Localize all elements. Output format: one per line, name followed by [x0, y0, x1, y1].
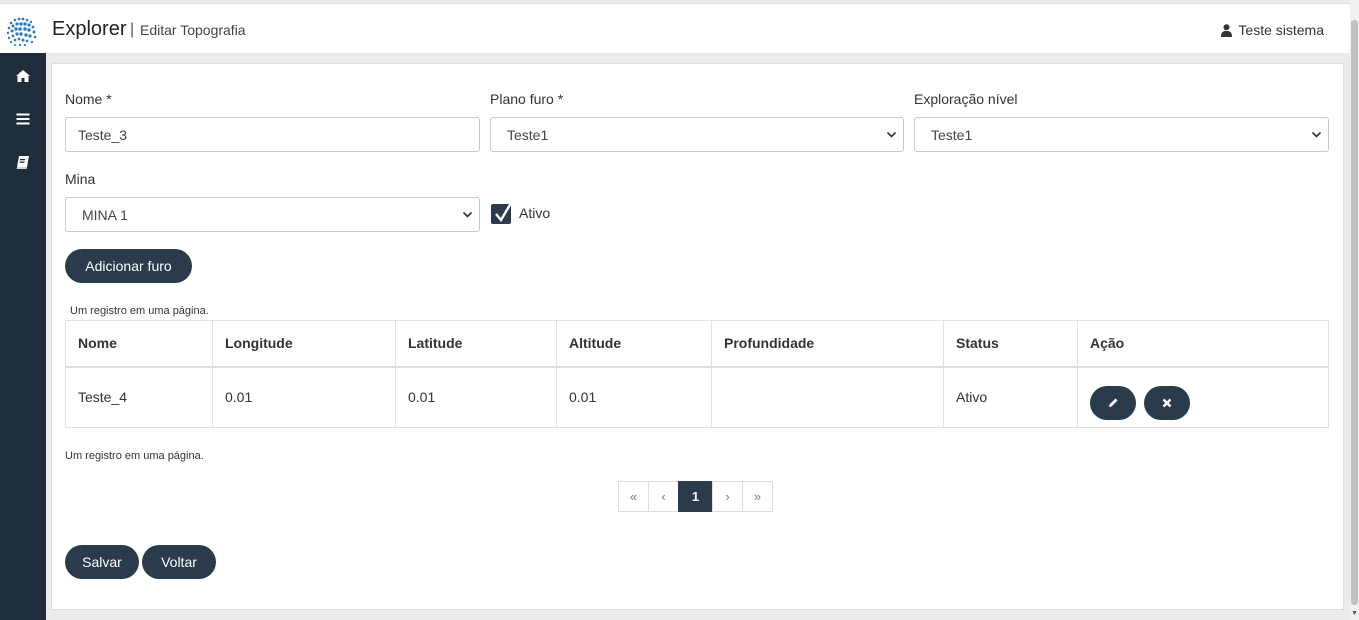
column-header-acao: Ação	[1077, 320, 1329, 368]
checkmark-icon	[495, 202, 513, 223]
pagination-page-current[interactable]: 1	[678, 481, 713, 512]
mina-select[interactable]: MINA 1	[65, 197, 480, 232]
sidebar-item-home[interactable]	[0, 56, 46, 96]
title-separator: |	[130, 21, 135, 38]
plano-furo-value: Teste1	[507, 126, 549, 143]
pencil-icon	[1109, 398, 1118, 408]
exploracao-nivel-label: Exploração nível	[914, 91, 1018, 107]
cell-altitude: 0.01	[556, 366, 712, 428]
cell-nome: Teste_4	[65, 366, 213, 428]
exploracao-nivel-select[interactable]: Teste1	[914, 117, 1329, 152]
nome-input[interactable]: Teste_3	[65, 117, 480, 152]
chevron-down-icon	[886, 131, 897, 138]
logo-icon	[6, 17, 37, 47]
table-info-top: Um registro em uma página.	[70, 305, 209, 317]
save-button[interactable]: Salvar	[65, 545, 139, 579]
user-name: Teste sistema	[1238, 22, 1324, 38]
book-icon	[16, 156, 29, 169]
cell-latitude: 0.01	[395, 366, 557, 428]
chevron-down-icon	[462, 211, 473, 218]
mina-value: MINA 1	[82, 206, 128, 223]
pagination-last[interactable]: »	[742, 481, 773, 512]
ativo-label: Ativo	[519, 205, 551, 221]
ativo-checkbox[interactable]	[491, 202, 513, 224]
sidebar-item-book[interactable]	[0, 142, 46, 182]
adicionar-furo-button[interactable]: Adicionar furo	[65, 249, 192, 283]
close-icon	[1162, 398, 1172, 408]
nome-label: Nome *	[65, 91, 112, 107]
pagination: « ‹ 1 › »	[618, 481, 773, 512]
column-header-longitude: Longitude	[212, 320, 396, 368]
cell-status: Ativo	[943, 366, 1078, 428]
column-header-latitude: Latitude	[395, 320, 557, 368]
column-header-status: Status	[943, 320, 1078, 368]
furos-table: Nome Longitude Latitude Altitude Profund…	[65, 320, 1329, 428]
page-title: Editar Topografia	[140, 22, 246, 38]
pagination-next[interactable]: ›	[712, 481, 743, 512]
mina-label: Mina	[65, 171, 96, 187]
sidebar-item-menu[interactable]	[0, 99, 46, 139]
user-icon	[1221, 23, 1233, 37]
column-header-profundidade: Profundidade	[711, 320, 944, 368]
app-title: Explorer	[52, 18, 127, 40]
cell-acao	[1077, 366, 1329, 428]
table-row: Teste_4 0.01 0.01 0.01 Ativo	[65, 366, 1329, 428]
delete-button[interactable]	[1144, 386, 1190, 421]
table-info-bottom: Um registro em uma página.	[65, 450, 204, 462]
pagination-first[interactable]: «	[618, 481, 649, 512]
scroll-down-icon[interactable]: ▼	[1351, 610, 1358, 620]
scrollbar-thumb[interactable]	[1351, 20, 1358, 605]
user-menu[interactable]: Teste sistema	[1221, 22, 1324, 38]
home-icon	[16, 70, 30, 82]
column-header-altitude: Altitude	[556, 320, 712, 368]
main-card: Nome * Teste_3 Plano furo * Teste1 Explo…	[51, 63, 1344, 610]
pagination-prev[interactable]: ‹	[648, 481, 679, 512]
edit-button[interactable]	[1090, 386, 1136, 421]
top-bar: Explorer | Editar Topografia Teste siste…	[0, 3, 1350, 53]
cell-longitude: 0.01	[212, 366, 396, 428]
plano-furo-select[interactable]: Teste1	[490, 117, 904, 152]
back-button[interactable]: Voltar	[142, 545, 216, 579]
plano-furo-label: Plano furo *	[490, 91, 564, 107]
chevron-down-icon	[1311, 131, 1322, 138]
page-scrollbar[interactable]: ▼	[1350, 0, 1359, 620]
menu-icon	[16, 113, 30, 125]
cell-profundidade	[711, 366, 944, 428]
sidebar	[0, 53, 46, 620]
exploracao-nivel-value: Teste1	[931, 126, 973, 143]
nome-input-value: Teste_3	[78, 126, 128, 143]
column-header-nome: Nome	[65, 320, 213, 368]
table-header-row: Nome Longitude Latitude Altitude Profund…	[65, 320, 1329, 368]
